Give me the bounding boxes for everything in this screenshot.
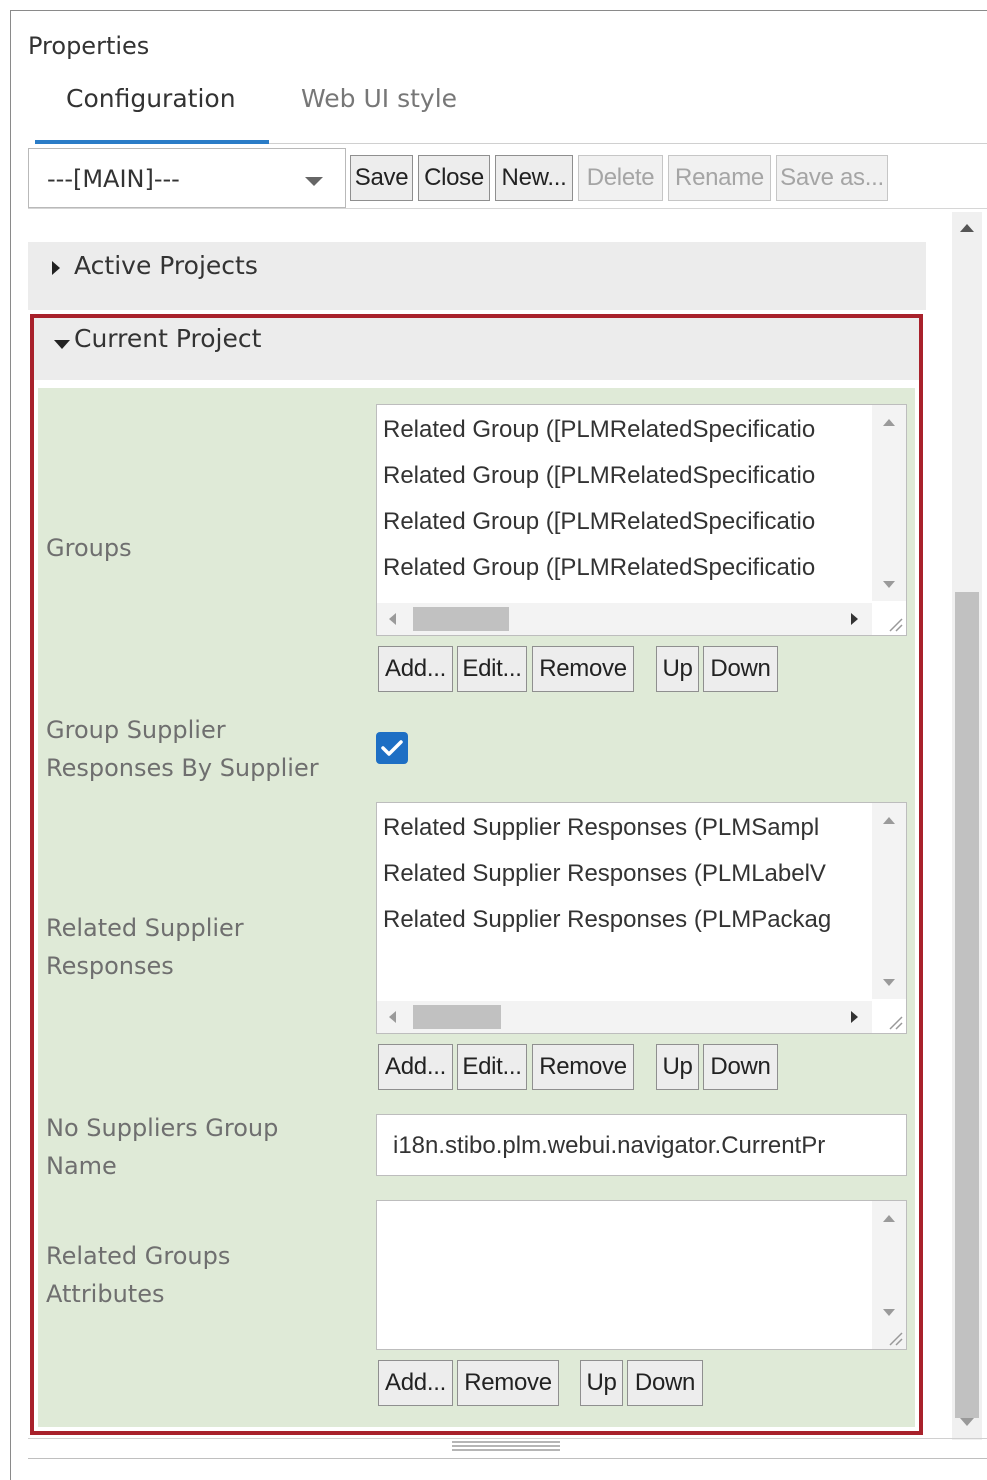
groups-list-vscroll[interactable] [872,405,906,601]
groups-list-hscroll[interactable] [377,603,872,635]
list-item[interactable]: Related Group ([PLMRelatedSpecificatio [383,508,871,536]
group-by-supplier-checkbox[interactable] [376,732,408,764]
supplier-add-button[interactable]: Add... [378,1044,453,1090]
supplier-list-vscroll[interactable] [872,803,906,999]
supplier-list-hscroll[interactable] [377,1001,872,1033]
save-as-button[interactable]: Save as... [776,155,888,201]
save-button[interactable]: Save [350,155,413,201]
scroll-left-icon[interactable] [389,1011,396,1023]
delete-button[interactable]: Delete [578,155,663,201]
no-suppliers-group-name-label-line2: Name [46,1152,117,1180]
related-supplier-responses-label-line1: Related Supplier [46,914,244,942]
scroll-down-icon[interactable] [883,979,895,986]
no-suppliers-group-name-input[interactable]: i18n.stibo.plm.webui.navigator.CurrentPr [376,1114,907,1176]
collapse-arrow-icon [54,340,70,349]
rename-button[interactable]: Rename [668,155,771,201]
supplier-down-button[interactable]: Down [703,1044,778,1090]
groups-edit-button[interactable]: Edit... [457,646,527,692]
resize-grip-icon[interactable] [886,1013,904,1031]
tab-web-ui-style[interactable]: Web UI style [301,84,457,113]
scroll-up-icon[interactable] [883,817,895,824]
scroll-right-icon[interactable] [851,613,858,625]
panel-title: Properties [28,32,150,60]
scroll-up-icon[interactable] [960,224,974,232]
active-tab-indicator [35,140,269,144]
attributes-list-vscroll[interactable] [872,1201,906,1349]
resize-splitter-handle[interactable] [452,1441,560,1455]
groups-down-button[interactable]: Down [703,646,778,692]
resize-grip-icon[interactable] [886,1329,904,1347]
attributes-remove-button[interactable]: Remove [457,1360,559,1406]
related-groups-attributes-label-line2: Attributes [46,1280,165,1308]
main-vertical-scrollbar[interactable] [952,212,982,1440]
configuration-select-value: ---[MAIN]--- [47,165,180,193]
group-by-supplier-label-line2: Responses By Supplier [46,754,319,782]
list-item[interactable]: Related Supplier Responses (PLMLabelV [383,860,871,888]
attributes-up-button[interactable]: Up [580,1360,623,1406]
content-divider [28,1438,987,1439]
section-current-project-header[interactable]: Current Project [34,318,919,380]
supplier-remove-button[interactable]: Remove [532,1044,634,1090]
related-groups-attributes-label-line1: Related Groups [46,1242,231,1270]
attributes-add-button[interactable]: Add... [378,1360,453,1406]
groups-remove-button[interactable]: Remove [532,646,634,692]
section-label: Active Projects [74,251,258,280]
tab-configuration[interactable]: Configuration [66,84,236,113]
scroll-right-icon[interactable] [851,1011,858,1023]
new-button[interactable]: New... [495,155,573,201]
close-button[interactable]: Close [418,155,490,201]
supplier-up-button[interactable]: Up [656,1044,699,1090]
section-active-projects[interactable]: Active Projects [28,242,926,310]
panel-bottom-divider [28,1458,987,1459]
scrollbar-thumb[interactable] [955,592,979,1418]
related-supplier-responses-label-line2: Responses [46,952,174,980]
groups-list[interactable]: Related Group ([PLMRelatedSpecificatio R… [376,404,907,636]
scroll-down-icon[interactable] [883,581,895,588]
resize-grip-icon[interactable] [886,615,904,633]
section-label: Current Project [74,324,262,353]
scrollbar-thumb[interactable] [413,607,509,631]
toolbar-divider [28,208,987,209]
scroll-left-icon[interactable] [389,613,396,625]
scroll-up-icon[interactable] [883,1215,895,1222]
chevron-down-icon[interactable] [305,177,323,186]
list-item[interactable]: Related Group ([PLMRelatedSpecificatio [383,554,871,582]
groups-label: Groups [46,534,132,562]
configuration-select[interactable]: ---[MAIN]--- [28,148,346,208]
no-suppliers-group-name-label-line1: No Suppliers Group [46,1114,279,1142]
scroll-up-icon[interactable] [883,419,895,426]
related-groups-attributes-list[interactable] [376,1200,907,1350]
supplier-edit-button[interactable]: Edit... [457,1044,527,1090]
expand-arrow-icon [52,261,60,275]
attributes-down-button[interactable]: Down [627,1360,703,1406]
scroll-down-icon[interactable] [960,1418,974,1426]
scroll-down-icon[interactable] [883,1309,895,1316]
groups-up-button[interactable]: Up [656,646,699,692]
list-item[interactable]: Related Group ([PLMRelatedSpecificatio [383,462,871,490]
groups-add-button[interactable]: Add... [378,646,453,692]
scrollbar-thumb[interactable] [413,1005,501,1029]
group-by-supplier-label-line1: Group Supplier [46,716,226,744]
checkmark-icon [381,740,403,756]
list-item[interactable]: Related Group ([PLMRelatedSpecificatio [383,416,871,444]
list-item[interactable]: Related Supplier Responses (PLMPackag [383,906,871,934]
related-supplier-responses-list[interactable]: Related Supplier Responses (PLMSampl Rel… [376,802,907,1034]
list-item[interactable]: Related Supplier Responses (PLMSampl [383,814,871,842]
